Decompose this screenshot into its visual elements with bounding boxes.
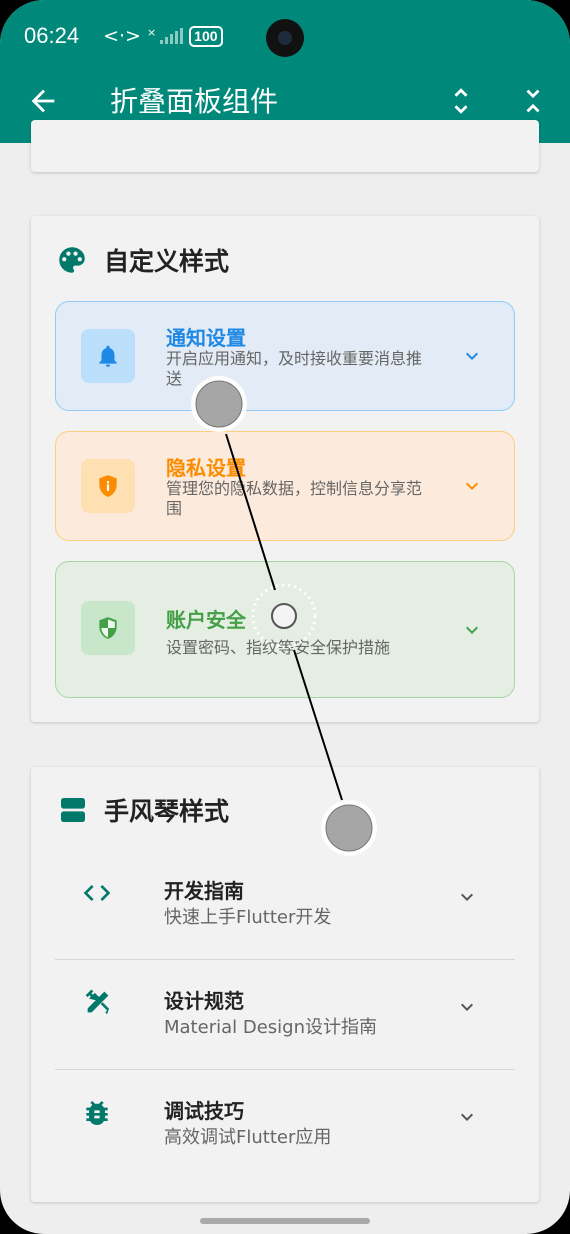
accordion-item-title: 设计规范	[164, 989, 244, 1013]
palette-icon	[59, 247, 85, 273]
chevron-down-icon[interactable]	[455, 995, 479, 1019]
page-title: 折叠面板组件	[110, 85, 279, 118]
bell-icon-box	[81, 329, 135, 383]
divider	[55, 1069, 515, 1070]
custom-section-title: 自定义样式	[104, 247, 230, 276]
notification-panel[interactable]: 通知设置 开启应用通知，及时接收重要消息推送	[55, 301, 515, 411]
security-panel[interactable]: 账户安全 设置密码、指纹等安全保护措施	[55, 561, 515, 698]
code-icon	[83, 885, 111, 901]
home-indicator[interactable]	[200, 1218, 370, 1224]
status-time: 06:24	[24, 23, 80, 48]
accordion-item-design-spec[interactable]: 设计规范 Material Design设计指南	[55, 961, 515, 1071]
bell-icon	[99, 345, 117, 367]
bug-icon	[86, 1101, 108, 1126]
accordion-item-subtitle: 高效调试Flutter应用	[164, 1127, 332, 1148]
camera-cutout	[266, 19, 304, 57]
divider	[55, 959, 515, 960]
accordion-item-dev-guide[interactable]: 开发指南 快速上手Flutter开发	[55, 851, 515, 961]
accordion-item-title: 开发指南	[164, 879, 244, 903]
security-panel-title: 账户安全	[166, 608, 246, 632]
design-tools-icon	[85, 989, 109, 1015]
collapse-all-icon[interactable]	[516, 84, 550, 118]
security-shield-icon	[99, 617, 117, 639]
accordion-item-subtitle: 快速上手Flutter开发	[164, 907, 332, 928]
privacy-panel-subtitle: 管理您的隐私数据，控制信息分享范围	[166, 479, 423, 518]
battery-icon: 100	[189, 25, 223, 47]
security-icon-box	[81, 601, 135, 655]
security-panel-subtitle: 设置密码、指纹等安全保护措施	[166, 638, 391, 657]
previous-card	[31, 120, 539, 172]
chevron-down-icon[interactable]	[455, 1105, 479, 1129]
accordion-item-debug-tips[interactable]: 调试技巧 高效调试Flutter应用	[55, 1071, 515, 1181]
signal-icon: ×	[146, 26, 184, 44]
chevron-down-icon[interactable]	[460, 344, 484, 368]
accordion-section-title: 手风琴样式	[104, 797, 230, 826]
chevron-down-icon[interactable]	[455, 885, 479, 909]
chevron-down-icon[interactable]	[460, 618, 484, 642]
privacy-panel-title: 隐私设置	[166, 456, 246, 480]
accordion-item-title: 调试技巧	[164, 1099, 244, 1123]
privacy-icon-box	[81, 459, 135, 513]
notification-panel-subtitle: 开启应用通知，及时接收重要消息推送	[166, 349, 423, 388]
network-indicator: <·>	[103, 25, 141, 47]
expand-all-icon[interactable]	[444, 84, 478, 118]
signal-label: ×	[146, 26, 157, 39]
chevron-down-icon[interactable]	[460, 474, 484, 498]
privacy-panel[interactable]: 隐私设置 管理您的隐私数据，控制信息分享范围	[55, 431, 515, 541]
status-bar: 06:24 <·> × 100	[24, 22, 223, 50]
notification-panel-title: 通知设置	[166, 326, 246, 350]
accordion-item-subtitle: Material Design设计指南	[164, 1017, 377, 1038]
privacy-shield-icon	[99, 475, 117, 497]
screen: 06:24 <·> × 100 折叠面板组件 自定义样式 通知设置 开启应用通知…	[0, 0, 570, 1234]
view-agenda-icon	[61, 798, 85, 822]
back-arrow-icon[interactable]	[26, 84, 60, 118]
